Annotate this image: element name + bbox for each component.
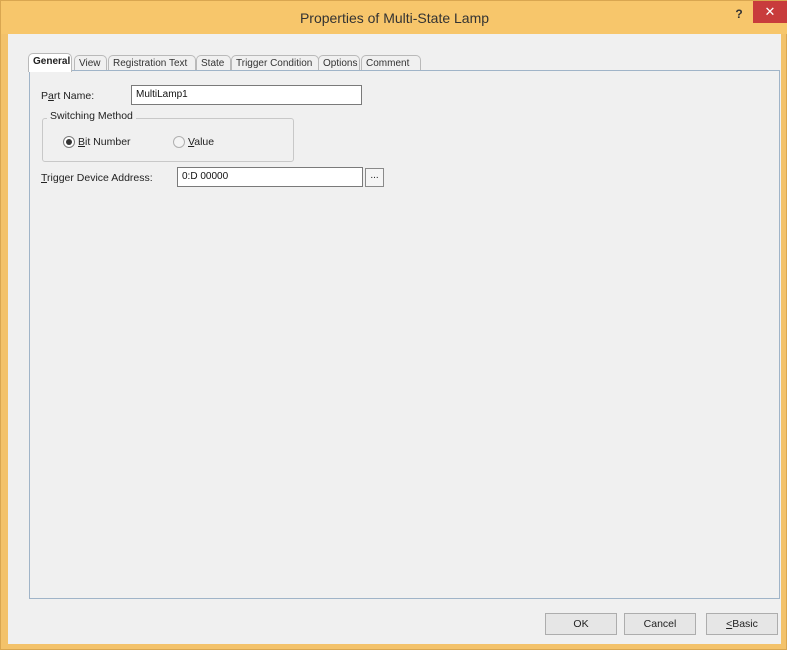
part-name-label: Part Name: (41, 90, 95, 102)
trigger-device-address-input[interactable]: 0:D 00000 (177, 167, 363, 187)
tab-view[interactable]: View (74, 55, 107, 71)
help-button[interactable]: ? (728, 4, 750, 24)
value-radio[interactable] (173, 136, 185, 148)
bit-number-label[interactable]: Bit Number (78, 136, 131, 148)
tab-comment[interactable]: Comment (361, 55, 421, 71)
tab-state[interactable]: State (196, 55, 231, 71)
bit-number-radio[interactable] (63, 136, 75, 148)
cancel-button[interactable]: Cancel (624, 613, 696, 635)
close-button[interactable]: ✕ (753, 1, 787, 23)
switching-method-label: Switching Method (47, 110, 136, 122)
dialog-client-area: General View Registration Text State Tri… (8, 34, 781, 644)
tab-trigger-condition[interactable]: Trigger Condition (231, 55, 319, 71)
tab-general[interactable]: General (28, 53, 72, 72)
dialog-window: Properties of Multi-State Lamp ? ✕ Gener… (0, 0, 787, 650)
browse-device-button[interactable]: ... (365, 168, 384, 187)
window-title: Properties of Multi-State Lamp (299, 10, 490, 26)
ok-button[interactable]: OK (545, 613, 617, 635)
basic-button[interactable]: <Basic (706, 613, 778, 635)
part-name-input[interactable]: MultiLamp1 (131, 85, 362, 105)
value-label[interactable]: Value (188, 136, 214, 148)
tab-registration-text[interactable]: Registration Text (108, 55, 196, 71)
general-tab-panel: Part Name: MultiLamp1 Switching Method B… (29, 70, 780, 599)
title-bar[interactable]: Properties of Multi-State Lamp ? ✕ (1, 1, 787, 34)
tab-options[interactable]: Options (318, 55, 360, 71)
trigger-device-address-label: Trigger Device Address: (41, 172, 153, 184)
